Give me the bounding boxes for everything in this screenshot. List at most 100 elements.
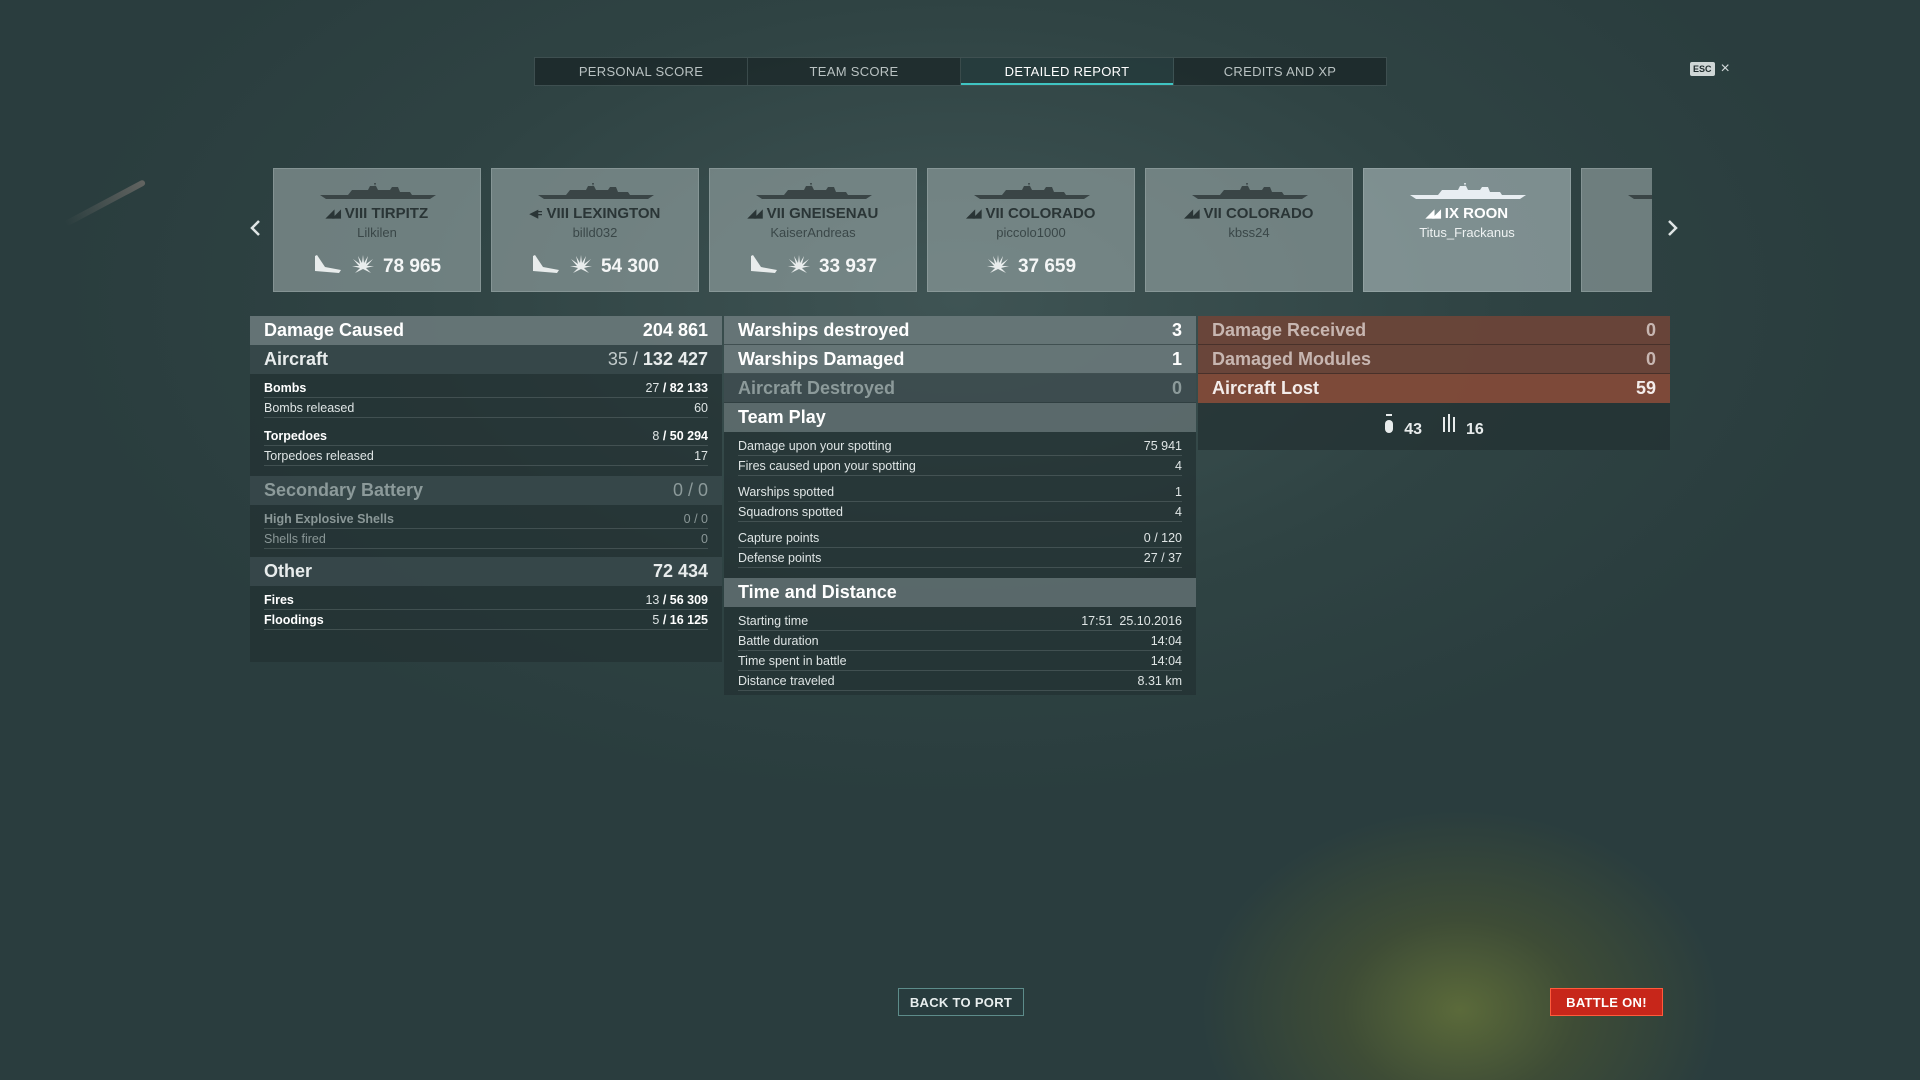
- back-to-port-button[interactable]: BACK TO PORT: [898, 988, 1024, 1016]
- shells-fired-row: Shells fired 0: [264, 529, 708, 549]
- fires-label: Fires: [264, 593, 294, 607]
- he-shells-value: 0 / 0: [683, 512, 708, 526]
- damage-caused-header: Damage Caused 204 861: [250, 316, 722, 345]
- player-name: Titus_Frackanus: [1419, 225, 1515, 240]
- kills-teamplay-panel: Warships destroyed 3 Warships Damaged 1 …: [724, 316, 1196, 695]
- list-item: Squadrons spotted 4: [738, 502, 1182, 522]
- plane-icon: [749, 253, 779, 280]
- list-item: Defense points 27 / 37: [738, 548, 1182, 568]
- battle-on-button[interactable]: BATTLE ON!: [1550, 988, 1663, 1016]
- time-distance-label: Time and Distance: [738, 582, 897, 602]
- torpedoes-damage: 50 294: [669, 429, 708, 443]
- damage-received-panel: Damage Received 0 Damaged Modules 0 Airc…: [1198, 316, 1670, 450]
- ship-silhouette-icon: [1190, 183, 1310, 201]
- aircraft-destroyed-label: Aircraft Destroyed: [738, 377, 896, 398]
- aircraft-lost-breakdown: 43 16: [1198, 403, 1670, 449]
- ship-class-icon: ◢◢: [966, 208, 982, 220]
- ship-carousel: ◢◢ VIII TIRPITZ Lilkilen 78 965 ◀= VIII LE…: [245, 168, 1685, 292]
- bombs-row: Bombs 27 / 82 133: [264, 378, 708, 398]
- other-label: Other: [264, 561, 313, 581]
- bombs-label: Bombs: [264, 381, 307, 395]
- ship-silhouette-icon: [1626, 183, 1652, 201]
- aircraft-damage: 132 427: [642, 349, 708, 369]
- chevron-left-icon[interactable]: [245, 216, 265, 240]
- other-value: 72 434: [652, 561, 708, 581]
- floodings-row: Floodings 5 / 16 125: [264, 610, 708, 630]
- player-name: piccolo1000: [996, 225, 1066, 240]
- ship-stats: 78 965: [274, 253, 480, 280]
- aircraft-destroyed-row: Aircraft Destroyed 0: [724, 374, 1196, 403]
- damage-burst-icon: [351, 253, 375, 280]
- bombs-hits: 27: [645, 381, 660, 395]
- list-item: Time spent in battle 14:04: [738, 651, 1182, 671]
- player-name: Lilkilen: [357, 225, 397, 240]
- tab-credits-and-xp[interactable]: CREDITS AND XP: [1174, 58, 1386, 85]
- chevron-right-icon[interactable]: [1663, 216, 1683, 240]
- damage-caused-label: Damage Caused: [264, 320, 405, 340]
- bombs-released-row: Bombs released 60: [264, 398, 708, 418]
- time-distance-rows: Starting time 17:51 25.10.2016 Battle dur…: [724, 607, 1196, 695]
- damaged-modules-label: Damaged Modules: [1212, 348, 1372, 369]
- bombs-released-value: 60: [694, 401, 708, 415]
- ship-stats: 37 659: [928, 253, 1134, 280]
- aircraft-lost-label: Aircraft Lost: [1212, 378, 1320, 398]
- bombs-damage: 82 133: [669, 381, 708, 395]
- floodings-label: Floodings: [264, 613, 324, 627]
- ship-damage: 33 937: [818, 255, 878, 277]
- esc-key-label: ESC: [1690, 62, 1715, 76]
- damage-received-row: Damage Received 0: [1198, 316, 1670, 345]
- ship-damage: 54 300: [600, 255, 660, 277]
- damage-burst-icon: [569, 253, 593, 280]
- damaged-modules-row: Damaged Modules 0: [1198, 345, 1670, 374]
- other-header: Other 72 434: [250, 557, 722, 586]
- ship-class-icon: ◢◢: [1425, 208, 1441, 220]
- ship-stats: 54 300: [492, 253, 698, 280]
- bombs-released-label: Bombs released: [264, 401, 355, 415]
- tab-bar: PERSONAL SCORE TEAM SCORE DETAILED REPOR…: [534, 57, 1387, 86]
- team-play-header: Team Play: [724, 403, 1196, 432]
- secondary-rows: High Explosive Shells 0 / 0 Shells fired…: [250, 505, 722, 553]
- time-distance-header: Time and Distance: [724, 578, 1196, 607]
- close-button[interactable]: ESC ×: [1690, 60, 1730, 77]
- list-item: Fires caused upon your spotting 4: [738, 456, 1182, 476]
- shells-fired-value: 0: [701, 532, 708, 546]
- warships-destroyed-value: 3: [1171, 319, 1182, 340]
- ship-card[interactable]: ◢◢ VII GNEISENAU KaiserAndreas 33 937: [709, 168, 917, 292]
- ship-card[interactable]: ◢◢ VIII TIRPITZ Lilkilen 78 965: [273, 168, 481, 292]
- secondary-battery-value: 0 / 0: [672, 480, 708, 500]
- damage-burst-icon: [986, 253, 1010, 280]
- ship-class-icon: ◀=: [529, 208, 543, 220]
- list-item: Starting time 17:51 25.10.2016: [738, 611, 1182, 631]
- ship-stats: 33 937: [710, 253, 916, 280]
- aircraft-header: Aircraft 35 / 132 427: [250, 345, 722, 374]
- ship-name: VII GNEISENAU: [766, 205, 879, 222]
- ship-cards: ◢◢ VIII TIRPITZ Lilkilen 78 965 ◀= VIII LE…: [273, 168, 1652, 292]
- ship-card[interactable]: ◢◢ VII COLORADO piccolo1000 37 659: [927, 168, 1135, 292]
- player-name: billd032: [572, 225, 618, 240]
- ship-name: VII COLORADO: [985, 205, 1096, 222]
- ship-silhouette-icon: [972, 183, 1092, 201]
- fires-row: Fires 13 / 56 309: [264, 590, 708, 610]
- shells-fired-label: Shells fired: [264, 532, 326, 546]
- aircraft-destroyed-value: 0: [1171, 377, 1182, 398]
- ship-class-icon: ◢◢: [325, 208, 341, 220]
- tab-team-score[interactable]: TEAM SCORE: [748, 58, 961, 85]
- bomb-icon: [1384, 413, 1399, 438]
- ship-name: VIII LEXINGTON: [546, 205, 661, 222]
- damage-received-value: 0: [1645, 319, 1656, 340]
- ship-card[interactable]: ◢◢IX Ba: [1581, 168, 1652, 292]
- ship-name: VIII TIRPITZ: [344, 205, 429, 222]
- ship-card[interactable]: ◀= VIII LEXINGTON billd032 54 300: [491, 168, 699, 292]
- ship-name: IX ROON: [1444, 205, 1509, 222]
- plane-icon: [531, 253, 561, 280]
- ship-card[interactable]: ◢◢ IX ROON Titus_Frackanus: [1363, 168, 1571, 292]
- ship-card[interactable]: ◢◢ VII COLORADO kbss24: [1145, 168, 1353, 292]
- close-icon: ×: [1720, 60, 1730, 77]
- tab-personal-score[interactable]: PERSONAL SCORE: [535, 58, 748, 85]
- plane-icon: [313, 253, 343, 280]
- ship-name: VII COLORADO: [1203, 205, 1314, 222]
- he-shells-row: High Explosive Shells 0 / 0: [264, 509, 708, 529]
- torpedo-bombers-lost: 16: [1442, 413, 1484, 439]
- tab-detailed-report[interactable]: DETAILED REPORT: [961, 58, 1174, 85]
- secondary-battery-header: Secondary Battery 0 / 0: [250, 476, 722, 505]
